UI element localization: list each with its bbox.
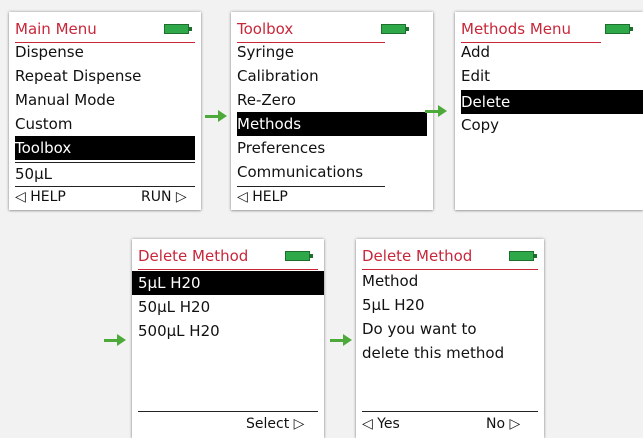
run-softkey[interactable]: RUN ▷: [141, 188, 187, 206]
delete-method-confirm-screen: Delete Method Method 5μL H20 Do you want…: [356, 239, 544, 438]
battery-icon: [605, 24, 633, 34]
main-menu-screen: Main Menu Dispense Repeat Dispense Manua…: [9, 12, 201, 210]
battery-icon: [285, 251, 313, 261]
battery-icon: [164, 24, 192, 34]
divider: [362, 411, 538, 412]
menu-item-methods[interactable]: Methods: [237, 112, 427, 136]
menu-item-custom[interactable]: Custom: [15, 112, 195, 136]
menu-item-dispense[interactable]: Dispense: [15, 40, 195, 64]
divider: [237, 186, 385, 187]
arrow-icon: [330, 334, 354, 346]
battery-icon: [509, 251, 537, 261]
menu-item-syringe[interactable]: Syringe: [237, 40, 385, 64]
yes-softkey[interactable]: ◁ Yes: [362, 415, 400, 433]
volume-readout: 50μL: [15, 165, 52, 183]
no-softkey[interactable]: No ▷: [486, 415, 520, 433]
divider: [15, 186, 195, 187]
help-softkey[interactable]: ◁ HELP: [15, 188, 66, 206]
menu-item-manual-mode[interactable]: Manual Mode: [15, 88, 195, 112]
arrow-icon: [425, 105, 449, 117]
toolbox-screen: Toolbox Syringe Calibration Re-Zero Meth…: [231, 12, 433, 210]
methods-menu-screen: Methods Menu Add Edit Delete Copy: [455, 12, 643, 210]
menu-item-edit[interactable]: Edit: [461, 64, 601, 88]
message-line: Method: [362, 272, 419, 290]
menu-item-re-zero[interactable]: Re-Zero: [237, 88, 385, 112]
delete-method-list-screen: Delete Method 5μL H20 50μL H20 500μL H20…: [132, 239, 324, 438]
menu-item-repeat-dispense[interactable]: Repeat Dispense: [15, 64, 195, 88]
menu-item-add[interactable]: Add: [461, 40, 601, 64]
menu-item-communications[interactable]: Communications: [237, 160, 385, 184]
message-line: 5μL H20: [362, 296, 425, 314]
method-item[interactable]: 500μL H20: [138, 319, 318, 343]
message-line: delete this method: [362, 344, 505, 362]
menu-item-preferences[interactable]: Preferences: [237, 136, 385, 160]
divider: [138, 411, 318, 412]
arrow-icon: [205, 110, 229, 122]
menu-item-toolbox[interactable]: Toolbox: [15, 136, 195, 160]
help-softkey[interactable]: ◁ HELP: [237, 188, 288, 206]
battery-icon: [381, 24, 409, 34]
method-item[interactable]: 5μL H20: [132, 271, 324, 295]
menu-item-copy[interactable]: Copy: [461, 113, 601, 137]
message-line: Do you want to: [362, 320, 477, 338]
select-softkey[interactable]: Select ▷: [246, 415, 304, 433]
method-item[interactable]: 50μL H20: [138, 295, 318, 319]
menu-item-calibration[interactable]: Calibration: [237, 64, 385, 88]
arrow-icon: [104, 334, 128, 346]
menu-item-delete[interactable]: Delete: [461, 90, 643, 114]
